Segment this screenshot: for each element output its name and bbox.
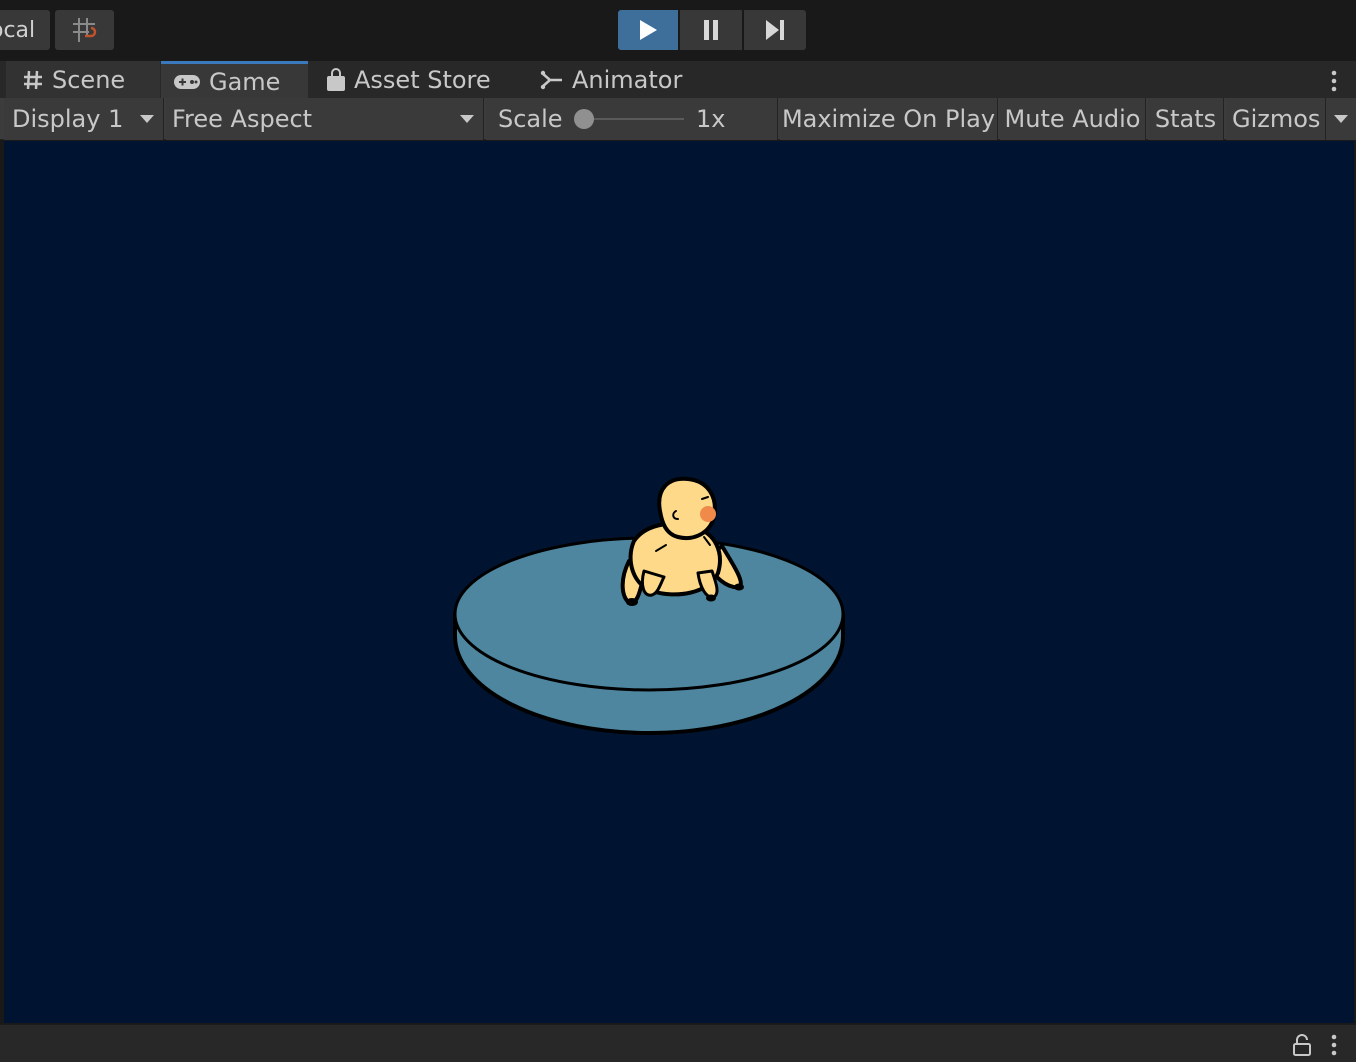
tab-game[interactable]: Game <box>161 61 308 99</box>
tab-animator-label: Animator <box>572 66 683 94</box>
grid-snapping-button[interactable] <box>55 10 114 50</box>
tab-asset-store-label: Asset Store <box>354 66 491 94</box>
main-toolbar: ocal <box>0 0 1356 60</box>
display-dropdown[interactable]: Display 1 <box>4 98 164 140</box>
gizmos-toggle[interactable]: Gizmos <box>1226 98 1326 140</box>
display-dropdown-value: Display 1 <box>12 105 124 133</box>
scale-label: Scale <box>498 105 563 133</box>
game-view-toolbar: Display 1 Free Aspect Scale 1x Maximize … <box>0 98 1356 140</box>
stats-toggle[interactable]: Stats <box>1148 98 1224 140</box>
tab-bar: Scene Game Asset Store Animator <box>0 60 1356 99</box>
kebab-menu-icon <box>1331 70 1337 92</box>
tab-animator[interactable]: Animator <box>540 61 700 99</box>
scale-value: 1x <box>696 105 726 133</box>
scale-control: Scale 1x <box>486 98 778 140</box>
shopping-bag-icon <box>327 68 345 91</box>
tab-game-label: Game <box>209 67 281 96</box>
gizmos-label: Gizmos <box>1232 105 1321 133</box>
pause-icon <box>704 20 718 40</box>
mute-audio-toggle[interactable]: Mute Audio <box>1000 98 1146 140</box>
scale-slider-thumb[interactable] <box>574 109 594 129</box>
maximize-on-play-label: Maximize On Play <box>781 105 996 133</box>
kebab-menu-icon[interactable] <box>1325 1033 1343 1057</box>
tab-scene-label: Scene <box>52 66 126 94</box>
pivot-rotation-toggle[interactable]: ocal <box>0 10 50 50</box>
animator-icon <box>540 70 562 90</box>
aspect-dropdown[interactable]: Free Aspect <box>166 98 484 140</box>
play-button[interactable] <box>618 10 678 50</box>
step-icon <box>766 20 784 40</box>
chevron-down-icon <box>460 115 474 123</box>
aspect-dropdown-value: Free Aspect <box>172 105 313 133</box>
tab-scene[interactable]: Scene <box>6 61 160 99</box>
pause-button[interactable] <box>680 10 742 50</box>
game-scene-render <box>453 476 845 735</box>
gamepad-icon <box>174 74 200 89</box>
tab-asset-store[interactable]: Asset Store <box>326 61 516 99</box>
maximize-on-play-toggle[interactable]: Maximize On Play <box>780 98 998 140</box>
chevron-down-icon <box>1334 115 1348 123</box>
lock-icon[interactable] <box>1292 1034 1312 1056</box>
mute-audio-label: Mute Audio <box>1004 105 1141 133</box>
play-icon <box>640 20 657 40</box>
pivot-rotation-label: ocal <box>0 17 36 43</box>
chevron-down-icon <box>140 115 154 123</box>
hash-icon <box>24 70 42 90</box>
tab-options-menu[interactable] <box>1324 69 1344 93</box>
gizmos-dropdown[interactable] <box>1326 98 1356 140</box>
status-bar <box>0 1024 1356 1062</box>
stats-label: Stats <box>1154 105 1217 133</box>
game-viewport[interactable] <box>4 141 1354 1023</box>
grid-snap-icon <box>72 18 96 42</box>
step-button[interactable] <box>744 10 806 50</box>
